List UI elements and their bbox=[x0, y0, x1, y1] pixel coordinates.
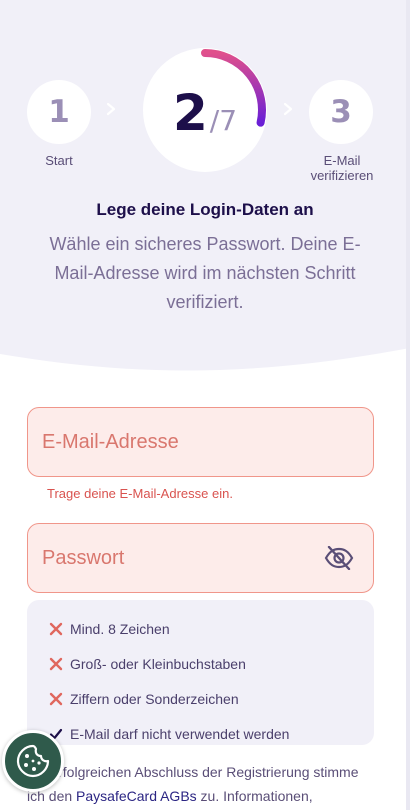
chevron-right-icon bbox=[106, 102, 116, 116]
scrollbar[interactable] bbox=[406, 0, 410, 810]
password-rule: Groß- oder Kleinbuchstaben bbox=[48, 646, 374, 681]
step-previous: 1 bbox=[27, 80, 91, 144]
password-rule-text: Mind. 8 Zeichen bbox=[70, 620, 170, 637]
password-rule: Ziffern oder Sonderzeichen bbox=[48, 681, 374, 716]
wave-divider bbox=[0, 348, 410, 400]
step-current: 2 / 7 bbox=[143, 48, 267, 172]
step-next: 3 bbox=[309, 80, 373, 144]
step-total: 7 bbox=[219, 104, 238, 137]
password-rule-text: Groß- oder Kleinbuchstaben bbox=[70, 655, 246, 672]
page-title: Lege deine Login-Daten an bbox=[96, 200, 314, 219]
cross-icon bbox=[48, 656, 64, 672]
email-field[interactable] bbox=[27, 407, 374, 477]
terms-text-after: zu. Informationen, bbox=[196, 788, 313, 804]
step-next-label: E-Mail verifizieren bbox=[310, 153, 374, 183]
cookie-icon bbox=[16, 744, 50, 778]
terms-text: em erfolgreichen Abschluss der Registrie… bbox=[27, 760, 377, 808]
cross-icon bbox=[48, 691, 64, 707]
cookie-settings-button[interactable] bbox=[2, 730, 64, 792]
password-rule: E-Mail darf nicht verwendet werden bbox=[48, 716, 374, 751]
step-previous-label: Start bbox=[45, 153, 73, 168]
toggle-password-visibility-button[interactable] bbox=[323, 543, 355, 573]
email-error-message: Trage deine E-Mail-Adresse ein. bbox=[47, 486, 233, 501]
step-previous-number: 1 bbox=[48, 94, 70, 130]
cross-icon bbox=[48, 621, 64, 637]
password-rule: Mind. 8 Zeichen bbox=[48, 611, 374, 646]
eye-off-icon bbox=[324, 546, 354, 570]
password-rule-text: Ziffern oder Sonderzeichen bbox=[70, 690, 239, 707]
terms-link[interactable]: PaysafeCard AGBs bbox=[76, 788, 197, 804]
password-requirements: Mind. 8 Zeichen Groß- oder Kleinbuchstab… bbox=[27, 600, 374, 745]
step-next-number: 3 bbox=[330, 94, 352, 130]
chevron-right-icon bbox=[283, 102, 293, 116]
page-subtitle: Wähle ein sicheres Passwort. Deine E-Mai… bbox=[49, 234, 361, 312]
step-current-number: 2 bbox=[172, 84, 208, 142]
password-rule-text: E-Mail darf nicht verwendet werden bbox=[70, 725, 290, 742]
step-counter: 2 / 7 bbox=[173, 84, 237, 142]
password-input[interactable] bbox=[28, 524, 373, 592]
step-separator: / bbox=[209, 104, 220, 137]
password-field[interactable] bbox=[27, 523, 374, 593]
email-input[interactable] bbox=[28, 408, 373, 476]
